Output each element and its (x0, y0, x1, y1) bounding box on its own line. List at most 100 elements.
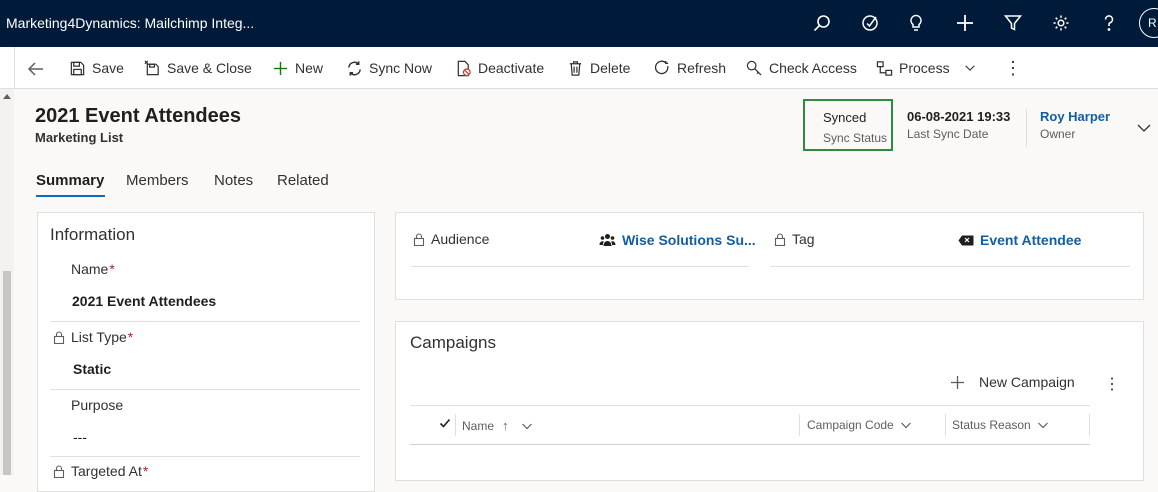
app-title[interactable]: Marketing4Dynamics: Mailchimp Integ... (6, 15, 254, 31)
targeted-at-label-text: Targeted At (71, 463, 142, 479)
required-mark: * (109, 261, 115, 277)
new-button[interactable]: New (272, 58, 323, 78)
owner-field: Roy Harper Owner (1040, 109, 1110, 141)
search-icon[interactable] (809, 10, 835, 36)
audience-link[interactable]: Wise Solutions Su... (599, 232, 756, 248)
new-label: New (295, 60, 324, 76)
audience-label-text: Audience (431, 231, 490, 247)
required-mark: * (142, 463, 149, 479)
record-title: 2021 Event Attendees (35, 105, 242, 127)
chevron-down-icon (964, 65, 975, 71)
plus-icon (273, 61, 288, 75)
tab-notes[interactable]: Notes (214, 172, 253, 189)
tag-link[interactable]: Event Attendee (958, 232, 1081, 248)
check-access-button[interactable]: Check Access (746, 58, 857, 78)
column-campaign-code-label: Campaign Code (807, 418, 894, 432)
deactivate-label: Deactivate (478, 60, 545, 76)
new-campaign-button[interactable]: New Campaign (950, 374, 1075, 390)
column-header-name[interactable]: Name ↑ (462, 418, 533, 433)
check-access-label: Check Access (769, 60, 857, 76)
header-expand-chevron-icon[interactable] (1136, 120, 1152, 136)
save-close-label: Save & Close (167, 60, 252, 76)
divider (770, 266, 1130, 267)
column-header-status-reason[interactable]: Status Reason (952, 418, 1049, 432)
more-options-icon[interactable]: ⋮ (1104, 374, 1120, 394)
save-button[interactable]: Save (69, 58, 124, 78)
deactivate-icon (457, 60, 471, 76)
lock-icon (413, 232, 425, 246)
left-scrollbar[interactable] (0, 89, 14, 475)
key-search-icon (746, 60, 762, 76)
name-value[interactable]: 2021 Event Attendees (72, 293, 216, 309)
purpose-label: Purpose (71, 397, 124, 413)
list-type-label-text: List Type (71, 329, 127, 345)
refresh-label: Refresh (677, 60, 727, 76)
plus-icon[interactable] (952, 10, 978, 36)
scroll-thumb[interactable] (3, 271, 11, 475)
delete-label: Delete (590, 60, 631, 76)
campaigns-section: Campaigns New Campaign ⋮ Name ↑ Campaign… (395, 321, 1144, 481)
divider (14, 47, 15, 89)
name-label: Name * (71, 261, 115, 277)
more-commands-icon[interactable]: ⋮ (1004, 58, 1022, 78)
divider (50, 389, 360, 390)
audience-label: Audience (413, 231, 489, 247)
tab-members[interactable]: Members (126, 172, 189, 189)
save-label: Save (92, 60, 124, 76)
purpose-value[interactable]: --- (73, 429, 87, 445)
user-avatar[interactable]: R (1139, 8, 1158, 38)
delete-button[interactable]: Delete (567, 58, 630, 78)
tab-summary[interactable]: Summary (36, 172, 104, 189)
sync-status-field: Synced Sync Status (803, 99, 893, 151)
top-navigation-bar: Marketing4Dynamics: Mailchimp Integ... R (0, 0, 1158, 47)
lock-icon (53, 330, 65, 344)
process-button[interactable]: Process (876, 58, 982, 78)
list-type-label: List Type * (53, 329, 133, 345)
tab-related[interactable]: Related (277, 172, 329, 189)
divider (455, 414, 456, 436)
audience-value: Wise Solutions Su... (622, 232, 756, 248)
scroll-up-icon[interactable] (3, 94, 11, 99)
sync-now-label: Sync Now (369, 60, 433, 76)
deactivate-button[interactable]: Deactivate (455, 58, 544, 78)
audience-section: Audience Wise Solutions Su... Tag Event … (395, 212, 1144, 300)
active-tab-indicator (36, 195, 105, 197)
save-and-close-button[interactable]: Save & Close (144, 58, 252, 78)
tag-label-text: Tag (792, 231, 815, 247)
required-mark: * (127, 329, 134, 345)
save-icon (70, 61, 85, 75)
chevron-down-icon (1037, 422, 1048, 429)
section-title: Information (50, 225, 136, 244)
last-sync-label: Last Sync Date (907, 127, 989, 141)
save-close-icon (144, 60, 159, 75)
column-name-label: Name (462, 418, 495, 433)
name-label-text: Name (71, 261, 109, 277)
owner-link[interactable]: Roy Harper (1040, 109, 1110, 124)
help-icon[interactable] (1096, 10, 1122, 36)
chevron-down-icon (900, 422, 911, 429)
filter-icon[interactable] (1000, 10, 1026, 36)
select-all-checkmark-icon[interactable] (439, 417, 451, 429)
sync-status-value: Synced (823, 110, 867, 125)
refresh-button[interactable]: Refresh (654, 58, 726, 78)
back-arrow-icon[interactable] (26, 59, 46, 79)
target-icon[interactable] (857, 10, 883, 36)
tag-value: Event Attendee (980, 232, 1082, 248)
targeted-at-label: Targeted At * (53, 463, 148, 479)
sync-status-label: Sync Status (823, 131, 888, 145)
chevron-down-icon (521, 423, 532, 429)
people-icon (599, 234, 616, 246)
divider (799, 414, 800, 436)
lock-icon (774, 232, 786, 246)
sync-now-button[interactable]: Sync Now (346, 58, 432, 78)
process-icon (876, 60, 893, 76)
divider (50, 456, 360, 457)
column-header-campaign-code[interactable]: Campaign Code (807, 418, 912, 432)
column-status-reason-label: Status Reason (952, 418, 1031, 432)
lightbulb-icon[interactable] (903, 10, 929, 36)
divider (411, 266, 749, 267)
gear-icon[interactable] (1048, 10, 1074, 36)
plus-icon (951, 375, 964, 389)
trash-icon (569, 60, 582, 76)
refresh-icon (654, 60, 669, 74)
